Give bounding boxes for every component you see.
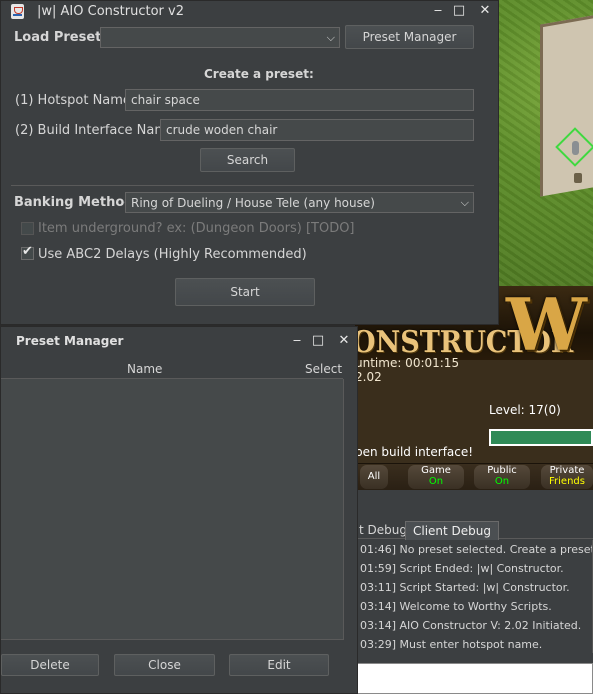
hotspot-input[interactable]: chair space [125, 89, 474, 111]
main-titlebar[interactable]: |w| AIO Constructor v2 ‒ □ ✕ [1, 1, 498, 23]
load-preset-select[interactable]: ⌵ [100, 27, 340, 48]
chat-tab-game-state: On [428, 476, 444, 487]
chat-tab-all[interactable]: All [360, 465, 388, 489]
log-line: 03:14] AIO Constructor V: 2.02 Initiated… [360, 619, 582, 632]
log-line: 01:59] Script Ended: |w| Constructor. [360, 562, 564, 575]
minimize-icon[interactable]: ‒ [431, 4, 445, 18]
delete-button[interactable]: Delete [1, 654, 99, 676]
console-tab-bar: t Debug Client Debug [355, 518, 593, 540]
preset-table-body[interactable] [1, 379, 344, 640]
build-interface-input[interactable]: crude woden chair [160, 119, 474, 141]
log-line: 03:29] Must enter hotspot name. [360, 638, 543, 651]
maximize-icon[interactable]: □ [311, 334, 325, 348]
log-line: 01:46] No preset selected. Create a pres… [360, 543, 593, 556]
chat-tabs: All Game On Public On Private Friends [355, 463, 593, 490]
main-window-title: |w| AIO Constructor v2 [37, 4, 184, 19]
java-icon [11, 4, 24, 19]
chat-tab-public[interactable]: Public On [474, 465, 530, 489]
preset-titlebar[interactable]: Preset Manager ‒ □ ✕ [1, 327, 357, 349]
level-label: Level: 17(0) [489, 403, 561, 417]
banner-logo: W [506, 282, 587, 367]
abc2-label: Use ABC2 Delays (Highly Recommended) [38, 247, 307, 262]
start-button[interactable]: Start [175, 278, 315, 306]
banking-method-select[interactable]: Ring of Dueling / House Tele (any house)… [125, 192, 474, 213]
version-label: 2.02 [355, 370, 382, 384]
abc2-checkbox[interactable]: ✔ [21, 244, 34, 260]
close-icon[interactable]: ✕ [337, 334, 351, 348]
tab-script-debug[interactable]: t Debug [355, 521, 411, 539]
edit-button[interactable]: Edit [229, 654, 329, 676]
chat-tab-private-state: Friends [549, 476, 585, 487]
player-figure [574, 173, 582, 183]
chevron-down-icon: ⌵ [326, 31, 335, 44]
console-log[interactable]: 01:46] No preset selected. Create a pres… [357, 540, 593, 653]
chat-message: pen build interface! [355, 445, 474, 459]
chat-tab-public-name: Public [487, 465, 517, 476]
log-line: 03:11] Script Started: |w| Constructor. [360, 581, 570, 594]
chat-tab-public-state: On [494, 476, 510, 487]
hotspot-object [572, 141, 579, 155]
build-interface-label: (2) Build Interface Name: [15, 123, 180, 138]
create-preset-heading: Create a preset: [204, 67, 314, 81]
separator [11, 185, 474, 186]
column-name[interactable]: Name [127, 362, 162, 376]
preset-manager-window: Preset Manager ‒ □ ✕ Name Select Delete … [0, 326, 358, 694]
chat-tab-game-name: Game [421, 465, 451, 476]
preset-table-header: Name Select [1, 361, 343, 379]
level-progress-fill [491, 431, 591, 444]
close-button[interactable]: Close [114, 654, 215, 676]
chat-tab-private[interactable]: Private Friends [541, 465, 593, 489]
aio-constructor-window: |w| AIO Constructor v2 ‒ □ ✕ Load Preset… [0, 0, 499, 325]
console-scrollbar[interactable] [357, 653, 593, 663]
preset-window-title: Preset Manager [16, 334, 124, 348]
log-line: 03:14] Welcome to Worthy Scripts. [360, 600, 552, 613]
close-icon[interactable]: ✕ [478, 4, 492, 18]
preset-manager-button[interactable]: Preset Manager [345, 25, 474, 49]
underground-label: Item underground? ex: (Dungeon Doors) [T… [38, 221, 355, 236]
banking-method-value: Ring of Dueling / House Tele (any house) [131, 196, 375, 210]
banking-method-label: Banking Method: [14, 195, 139, 210]
chat-tab-private-name: Private [549, 465, 585, 476]
console-input[interactable] [357, 663, 593, 694]
load-preset-label: Load Preset: [14, 30, 107, 45]
column-select[interactable]: Select [305, 362, 342, 376]
checkmark-icon: ✔ [22, 244, 33, 259]
maximize-icon[interactable]: □ [452, 4, 466, 18]
search-button[interactable]: Search [200, 148, 295, 172]
tab-client-debug[interactable]: Client Debug [405, 521, 499, 540]
hotspot-label: (1) Hotspot Name: [15, 93, 136, 108]
runtime-label: untime: 00:01:15 [355, 356, 460, 370]
chevron-down-icon: ⌵ [460, 196, 469, 209]
house-floor [540, 15, 593, 197]
minimize-icon[interactable]: ‒ [290, 334, 304, 348]
chat-tab-game[interactable]: Game On [408, 465, 464, 489]
underground-checkbox[interactable] [21, 222, 34, 235]
